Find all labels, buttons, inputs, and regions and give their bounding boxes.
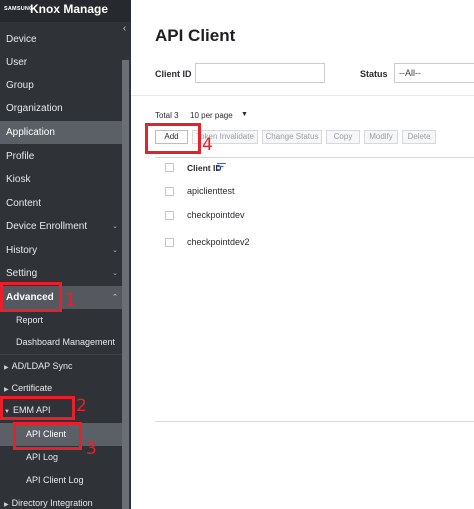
- sidebar-leaf-label: API Client Log: [26, 475, 84, 485]
- caret-down-icon[interactable]: ▼: [241, 111, 248, 118]
- row-checkbox[interactable]: [165, 238, 174, 247]
- sidebar-item-organization[interactable]: Organization: [0, 97, 122, 120]
- sidebar-leaf-api-client-log[interactable]: API Client Log: [0, 469, 122, 492]
- sidebar-item-label: History: [6, 245, 38, 256]
- annotation-number-4: 4: [202, 135, 213, 155]
- total-label: Total: [155, 111, 172, 120]
- status-select[interactable]: --All--: [394, 63, 474, 83]
- sidebar-subitem-label: Dashboard Management: [16, 337, 116, 347]
- sidebar-item-user[interactable]: User: [0, 51, 122, 74]
- sidebar-item-application[interactable]: Application: [0, 121, 122, 144]
- table-row[interactable]: apiclienttest: [155, 180, 474, 204]
- per-page-select[interactable]: 10 per page: [190, 111, 233, 120]
- table-bottom-border: [155, 421, 474, 422]
- sidebar-group-label: Directory Integration: [11, 498, 93, 508]
- status-label: Status: [360, 69, 388, 79]
- row-checkbox[interactable]: [165, 187, 174, 196]
- caret-right-icon: ▶: [4, 387, 9, 393]
- copy-button[interactable]: Copy: [326, 130, 360, 144]
- change-status-button[interactable]: Change Status: [262, 130, 322, 144]
- row-checkbox[interactable]: [165, 211, 174, 220]
- sidebar-item-kiosk[interactable]: Kiosk: [0, 168, 122, 191]
- table-row[interactable]: checkpointdev: [155, 204, 474, 228]
- sidebar-item-label: Setting: [6, 268, 38, 279]
- sidebar-item-label: Device: [6, 34, 37, 45]
- sidebar-item-label: Application: [6, 127, 55, 138]
- sidebar-group-ad-ldap-sync[interactable]: ▶ AD/LDAP Sync: [0, 355, 122, 378]
- client-id-cell: apiclienttest: [187, 186, 235, 196]
- sidebar-item-history[interactable]: History ⌄: [0, 239, 122, 262]
- filter-divider: [131, 95, 474, 96]
- sidebar-item-content[interactable]: Content: [0, 192, 122, 215]
- caret-right-icon: ▶: [4, 502, 9, 508]
- sidebar-item-label: Content: [6, 198, 42, 209]
- sidebar-item-profile[interactable]: Profile: [0, 145, 122, 168]
- annotation-number-3: 3: [86, 439, 97, 459]
- sidebar-item-device-enrollment[interactable]: Device Enrollment ⌄: [0, 215, 122, 238]
- client-id-input[interactable]: [195, 63, 325, 83]
- sidebar-group-label: AD/LDAP Sync: [11, 361, 73, 371]
- sidebar-item-device[interactable]: Device: [0, 28, 122, 51]
- total-count: Total 3: [155, 111, 179, 120]
- main-content: API Client Client ID Status --All-- Tota…: [131, 0, 474, 509]
- select-all-checkbox[interactable]: [165, 163, 174, 172]
- sidebar-item-label: Device Enrollment: [6, 221, 88, 232]
- table-row[interactable]: checkpointdev2: [155, 231, 474, 255]
- chevron-down-icon: ⌄: [112, 270, 118, 277]
- sidebar-item-label: User: [6, 57, 28, 68]
- annotation-number-1: 1: [65, 290, 76, 310]
- brand-product-name: Knox Manage: [30, 2, 109, 16]
- page-title: API Client: [155, 26, 236, 45]
- annotation-box-emm-api: [0, 396, 75, 420]
- sidebar-group-label: Certificate: [11, 383, 53, 393]
- delete-button[interactable]: Delete: [402, 130, 436, 144]
- sidebar-item-label: Kiosk: [6, 174, 31, 185]
- client-id-cell: checkpointdev2: [187, 237, 250, 247]
- sort-icon[interactable]: [217, 162, 226, 171]
- chevron-down-icon: ⌄: [112, 223, 118, 230]
- sidebar-subitem-label: Report: [16, 315, 44, 325]
- sidebar-subitem-report[interactable]: Report: [0, 309, 122, 332]
- chevron-down-icon: ⌄: [112, 247, 118, 254]
- brand-header: SAMSUNG Knox Manage: [0, 0, 131, 22]
- sidebar-leaf-label: API Log: [26, 452, 59, 462]
- sidebar-item-label: Organization: [6, 103, 63, 114]
- app-root: SAMSUNG Knox Manage ‹ Device User Group …: [0, 0, 474, 509]
- caret-right-icon: ▶: [4, 365, 9, 371]
- annotation-box-api-client: [13, 422, 82, 450]
- sidebar-item-label: Profile: [6, 151, 35, 162]
- sidebar-item-group[interactable]: Group: [0, 74, 122, 97]
- sidebar-subitem-dashboard-management[interactable]: Dashboard Management: [0, 331, 122, 354]
- sidebar-scrollbar[interactable]: [122, 60, 129, 509]
- chevron-up-icon: ⌃: [112, 294, 118, 301]
- annotation-box-add: [145, 123, 201, 154]
- sidebar-item-label: Group: [6, 80, 34, 91]
- client-id-cell: checkpointdev: [187, 210, 245, 220]
- client-id-label: Client ID: [155, 69, 192, 79]
- total-value: 3: [174, 111, 179, 120]
- annotation-box-advanced: [0, 282, 62, 312]
- sidebar-group-directory-integration[interactable]: ▶ Directory Integration: [0, 492, 122, 509]
- modify-button[interactable]: Modify: [364, 130, 398, 144]
- annotation-number-2: 2: [76, 396, 87, 416]
